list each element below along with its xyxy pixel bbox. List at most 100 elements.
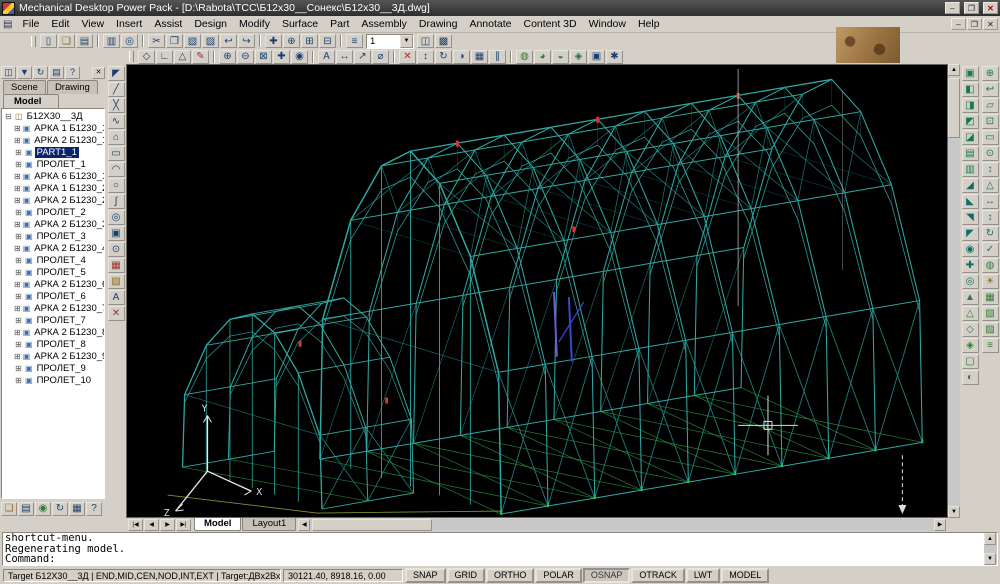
- mirror-icon[interactable]: ◑: [453, 50, 470, 64]
- status-toggle-snap[interactable]: SNAP: [405, 568, 446, 583]
- maximize-button[interactable]: ❐: [964, 2, 979, 14]
- tree-item[interactable]: ⊞▣ПРОЛЕТ_4: [2, 254, 104, 266]
- browser-tab-drawing[interactable]: Drawing: [47, 80, 98, 94]
- tree-item[interactable]: ⊞▣АРКА 2 Б1230_2: [2, 194, 104, 206]
- named-view-icon[interactable]: ▣: [962, 66, 979, 81]
- layout-tab-layout1[interactable]: Layout1: [242, 518, 296, 531]
- match-properties-icon[interactable]: ▨: [202, 34, 219, 48]
- status-toggle-otrack[interactable]: OTRACK: [631, 568, 685, 583]
- tree-item-label[interactable]: ПРОЛЕТ_7: [35, 315, 88, 326]
- browser-refresh-icon[interactable]: ↻: [33, 66, 48, 79]
- rotate-icon[interactable]: ↻: [435, 50, 452, 64]
- 3d-views-icon[interactable]: ◈: [570, 50, 587, 64]
- menu-item-insert[interactable]: Insert: [110, 18, 148, 30]
- tree-item-label[interactable]: АРКА 2 Б1230_2: [32, 195, 105, 206]
- status-toggle-model[interactable]: MODEL: [721, 568, 769, 583]
- command-window[interactable]: shortcut-menu.Regenerating model.Command…: [2, 532, 998, 566]
- region-icon[interactable]: ▧: [108, 274, 125, 289]
- erase-tool-icon[interactable]: ✕: [108, 306, 125, 321]
- tree-item[interactable]: ⊞▣АРКА 1 Б1230_2: [2, 182, 104, 194]
- view-se-iso-icon[interactable]: ◣: [962, 194, 979, 209]
- tree-item[interactable]: ⊞▣ПРОЛЕТ_8: [2, 338, 104, 350]
- ucs-z-icon[interactable]: ↻: [982, 226, 999, 241]
- tree-item[interactable]: ⊞▣АРКА 2 Б1230_7: [2, 302, 104, 314]
- doc-restore-button[interactable]: ❐: [967, 18, 982, 30]
- offset-icon[interactable]: ∥: [489, 50, 506, 64]
- array-icon[interactable]: ▦: [471, 50, 488, 64]
- inquiry-icon[interactable]: △: [174, 50, 191, 64]
- tree-item[interactable]: ⊞▣ПРОЛЕТ_9: [2, 362, 104, 374]
- polygon-icon[interactable]: ⌂: [108, 130, 125, 145]
- zoom-extents-icon[interactable]: ⊠: [255, 50, 272, 64]
- tree-item-label[interactable]: АРКА 2 Б1230_3: [32, 219, 105, 230]
- zoom-out-icon[interactable]: ⊖: [237, 50, 254, 64]
- wireframe-3d-icon[interactable]: ◈: [962, 338, 979, 353]
- hatch-icon[interactable]: ▦: [108, 258, 125, 273]
- options-icon[interactable]: ✱: [606, 50, 623, 64]
- tree-item-label[interactable]: АРКА 2 Б1230_7: [32, 303, 105, 314]
- tree-item[interactable]: ⊞▣ПРОЛЕТ_2: [2, 206, 104, 218]
- model-tree[interactable]: ⊟◫Б12Х30__3Д⊞▣АРКА 1 Б1230_1⊞▣АРКА 2 Б12…: [1, 108, 105, 499]
- menu-item-window[interactable]: Window: [583, 18, 632, 30]
- tree-expander-icon[interactable]: ⊞: [14, 172, 21, 181]
- walk-icon[interactable]: ▲: [962, 290, 979, 305]
- command-scrollbar[interactable]: ▲ ▼: [984, 533, 997, 565]
- zoom-previous-icon[interactable]: ⊟: [319, 34, 336, 48]
- leader-icon[interactable]: ↗: [354, 50, 371, 64]
- ucs-view-icon[interactable]: ▭: [982, 130, 999, 145]
- scroll-up-icon[interactable]: ▲: [984, 533, 996, 545]
- view-bottom-icon[interactable]: ◨: [962, 98, 979, 113]
- tree-expander-icon[interactable]: ⊞: [14, 328, 21, 337]
- tree-item-label[interactable]: PART1_1: [35, 147, 79, 158]
- tree-expander-icon[interactable]: ⊞: [14, 364, 23, 373]
- tree-item-label[interactable]: ПРОЛЕТ_2: [35, 207, 88, 218]
- shade-icon[interactable]: ◕: [534, 50, 551, 64]
- view-sw-iso-icon[interactable]: ◢: [962, 178, 979, 193]
- menu-item-assist[interactable]: Assist: [148, 18, 188, 30]
- tree-expander-icon[interactable]: ⊞: [14, 340, 23, 349]
- tree-item-label[interactable]: АРКА 2 Б1230_1: [32, 135, 105, 146]
- browser-tab-scene[interactable]: Scene: [3, 80, 46, 94]
- orbit-icon[interactable]: ◉: [291, 50, 308, 64]
- scrollbar-track[interactable]: [310, 519, 934, 531]
- tab-next-icon[interactable]: ▶: [160, 519, 175, 531]
- spline-icon[interactable]: ∫: [108, 194, 125, 209]
- menu-item-modify[interactable]: Modify: [233, 18, 276, 30]
- tree-item[interactable]: ⊞▣АРКА 2 Б1230_8: [2, 326, 104, 338]
- wireframe-2d-icon[interactable]: ◇: [962, 322, 979, 337]
- desktop-open-icon[interactable]: ❏: [1, 502, 17, 516]
- save-icon[interactable]: ▤: [76, 34, 93, 48]
- diameter-icon[interactable]: ⌀: [372, 50, 389, 64]
- ucs-3point-icon[interactable]: △: [982, 178, 999, 193]
- tree-expander-icon[interactable]: ⊞: [14, 220, 21, 229]
- hidden-view-icon[interactable]: ▢: [962, 354, 979, 369]
- lights-icon[interactable]: ☀: [982, 274, 999, 289]
- toolbar-grip[interactable]: [31, 36, 36, 47]
- tree-expander-icon[interactable]: ⊞: [14, 304, 21, 313]
- cut-icon[interactable]: ✂: [148, 34, 165, 48]
- viewport-vertical-scrollbar[interactable]: ▲ ▼: [948, 64, 960, 518]
- doc-minimize-button[interactable]: –: [951, 18, 966, 30]
- dimension-icon[interactable]: ↔: [336, 50, 353, 64]
- tree-item[interactable]: ⊞▣ПРОЛЕТ_7: [2, 314, 104, 326]
- tree-expander-icon[interactable]: ⊞: [14, 244, 21, 253]
- polyline-icon[interactable]: ∿: [108, 114, 125, 129]
- desktop-update-icon[interactable]: ↻: [52, 502, 68, 516]
- viewport-horizontal-scrollbar[interactable]: ◀ ▶: [298, 519, 946, 531]
- desktop-save-icon[interactable]: ▤: [18, 502, 34, 516]
- tree-item-label[interactable]: АРКА 2 Б1230_6: [32, 279, 105, 290]
- construction-line-icon[interactable]: ╳: [108, 98, 125, 113]
- tree-item-label[interactable]: ПРОЛЕТ_9: [35, 363, 88, 374]
- move-icon[interactable]: ↕: [417, 50, 434, 64]
- ucs-previous-icon[interactable]: ↩: [982, 82, 999, 97]
- select-icon[interactable]: ◤: [108, 66, 125, 81]
- layout-tab-model[interactable]: Model: [194, 518, 241, 531]
- properties-icon[interactable]: ▩: [435, 34, 452, 48]
- render-icon[interactable]: ◍: [516, 50, 533, 64]
- materials-icon[interactable]: ▦: [982, 290, 999, 305]
- ucs-world-icon[interactable]: ⊕: [982, 66, 999, 81]
- text-icon[interactable]: A: [318, 50, 335, 64]
- zoom-realtime-icon[interactable]: ⊕: [283, 34, 300, 48]
- redo-icon[interactable]: ↪: [238, 34, 255, 48]
- redraw-icon[interactable]: ✎: [192, 50, 209, 64]
